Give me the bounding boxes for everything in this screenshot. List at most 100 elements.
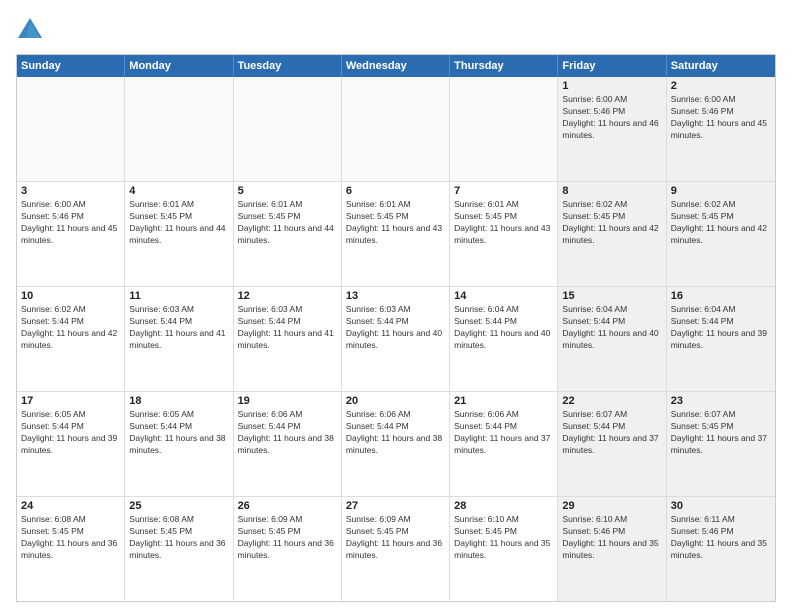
- day-info-26: Sunrise: 6:09 AM Sunset: 5:45 PM Dayligh…: [238, 514, 337, 562]
- day-info-19: Sunrise: 6:06 AM Sunset: 5:44 PM Dayligh…: [238, 409, 337, 457]
- day-cell-12: 12Sunrise: 6:03 AM Sunset: 5:44 PM Dayli…: [234, 287, 342, 391]
- empty-cell-0-0: [17, 77, 125, 181]
- day-number-29: 29: [562, 500, 661, 512]
- day-info-21: Sunrise: 6:06 AM Sunset: 5:44 PM Dayligh…: [454, 409, 553, 457]
- day-number-20: 20: [346, 395, 445, 407]
- day-number-25: 25: [129, 500, 228, 512]
- day-number-17: 17: [21, 395, 120, 407]
- day-number-3: 3: [21, 185, 120, 197]
- day-info-30: Sunrise: 6:11 AM Sunset: 5:46 PM Dayligh…: [671, 514, 771, 562]
- day-cell-6: 6Sunrise: 6:01 AM Sunset: 5:45 PM Daylig…: [342, 182, 450, 286]
- day-number-14: 14: [454, 290, 553, 302]
- day-info-25: Sunrise: 6:08 AM Sunset: 5:45 PM Dayligh…: [129, 514, 228, 562]
- day-cell-11: 11 Sunrise: 6:03 AM Sunset: 5:44 PM Dayli…: [125, 287, 233, 391]
- calendar-header: SundayMondayTuesdayWednesdayThursdayFrid…: [17, 55, 775, 77]
- day-cell-30: 30 Sunrise: 6:11 AM Sunset: 5:46 PM Dayli…: [667, 497, 775, 601]
- day-info-10: Sunrise: 6:02 AM Sunset: 5:44 PM Dayligh…: [21, 304, 120, 352]
- day-number-30: 30: [671, 500, 771, 512]
- day-number-28: 28: [454, 500, 553, 512]
- day-number-8: 8: [562, 185, 661, 197]
- day-info-18: Sunrise: 6:05 AM Sunset: 5:44 PM Dayligh…: [129, 409, 228, 457]
- empty-cell-0-3: [342, 77, 450, 181]
- weekday-header-sunday: Sunday: [17, 55, 125, 77]
- day-number-15: 15: [562, 290, 661, 302]
- day-info-9: Sunrise: 6:02 AM Sunset: 5:45 PM Dayligh…: [671, 199, 771, 247]
- day-cell-22: 22 Sunrise: 6:07 AM Sunset: 5:44 PM Dayli…: [558, 392, 666, 496]
- day-cell-29: 29 Sunrise: 6:10 AM Sunset: 5:46 PM Dayli…: [558, 497, 666, 601]
- day-info-2: Sunrise: 6:00 AM Sunset: 5:46 PM Dayligh…: [671, 94, 771, 142]
- day-info-8: Sunrise: 6:02 AM Sunset: 5:45 PM Dayligh…: [562, 199, 661, 247]
- day-number-22: 22: [562, 395, 661, 407]
- header: [16, 16, 776, 44]
- calendar-row-4: 24 Sunrise: 6:08 AM Sunset: 5:45 PM Dayli…: [17, 496, 775, 601]
- day-info-22: Sunrise: 6:07 AM Sunset: 5:44 PM Dayligh…: [562, 409, 661, 457]
- day-cell-23: 23Sunrise: 6:07 AM Sunset: 5:45 PM Dayli…: [667, 392, 775, 496]
- day-cell-16: 16 Sunrise: 6:04 AM Sunset: 5:44 PM Dayli…: [667, 287, 775, 391]
- calendar-body: 1 Sunrise: 6:00 AM Sunset: 5:46 PM Daylig…: [17, 77, 775, 601]
- day-number-26: 26: [238, 500, 337, 512]
- day-info-11: Sunrise: 6:03 AM Sunset: 5:44 PM Dayligh…: [129, 304, 228, 352]
- day-info-7: Sunrise: 6:01 AM Sunset: 5:45 PM Dayligh…: [454, 199, 553, 247]
- day-cell-19: 19 Sunrise: 6:06 AM Sunset: 5:44 PM Dayli…: [234, 392, 342, 496]
- day-cell-8: 8 Sunrise: 6:02 AM Sunset: 5:45 PM Daylig…: [558, 182, 666, 286]
- day-info-4: Sunrise: 6:01 AM Sunset: 5:45 PM Dayligh…: [129, 199, 228, 247]
- day-number-21: 21: [454, 395, 553, 407]
- calendar-row-1: 3 Sunrise: 6:00 AM Sunset: 5:46 PM Daylig…: [17, 181, 775, 286]
- day-number-24: 24: [21, 500, 120, 512]
- day-number-4: 4: [129, 185, 228, 197]
- day-cell-18: 18Sunrise: 6:05 AM Sunset: 5:44 PM Dayli…: [125, 392, 233, 496]
- day-info-12: Sunrise: 6:03 AM Sunset: 5:44 PM Dayligh…: [238, 304, 337, 352]
- day-cell-1: 1 Sunrise: 6:00 AM Sunset: 5:46 PM Daylig…: [558, 77, 666, 181]
- day-cell-5: 5Sunrise: 6:01 AM Sunset: 5:45 PM Daylig…: [234, 182, 342, 286]
- day-cell-21: 21 Sunrise: 6:06 AM Sunset: 5:44 PM Dayli…: [450, 392, 558, 496]
- day-cell-27: 27 Sunrise: 6:09 AM Sunset: 5:45 PM Dayli…: [342, 497, 450, 601]
- calendar-row-3: 17 Sunrise: 6:05 AM Sunset: 5:44 PM Dayli…: [17, 391, 775, 496]
- day-number-19: 19: [238, 395, 337, 407]
- day-info-16: Sunrise: 6:04 AM Sunset: 5:44 PM Dayligh…: [671, 304, 771, 352]
- weekday-header-thursday: Thursday: [450, 55, 558, 77]
- day-cell-4: 4 Sunrise: 6:01 AM Sunset: 5:45 PM Daylig…: [125, 182, 233, 286]
- day-cell-15: 15 Sunrise: 6:04 AM Sunset: 5:44 PM Dayli…: [558, 287, 666, 391]
- empty-cell-0-4: [450, 77, 558, 181]
- day-number-5: 5: [238, 185, 337, 197]
- day-info-14: Sunrise: 6:04 AM Sunset: 5:44 PM Dayligh…: [454, 304, 553, 352]
- day-number-23: 23: [671, 395, 771, 407]
- day-cell-3: 3 Sunrise: 6:00 AM Sunset: 5:46 PM Daylig…: [17, 182, 125, 286]
- day-cell-25: 25 Sunrise: 6:08 AM Sunset: 5:45 PM Dayli…: [125, 497, 233, 601]
- day-info-29: Sunrise: 6:10 AM Sunset: 5:46 PM Dayligh…: [562, 514, 661, 562]
- day-cell-7: 7 Sunrise: 6:01 AM Sunset: 5:45 PM Daylig…: [450, 182, 558, 286]
- day-info-1: Sunrise: 6:00 AM Sunset: 5:46 PM Dayligh…: [562, 94, 661, 142]
- day-number-2: 2: [671, 80, 771, 92]
- day-cell-13: 13 Sunrise: 6:03 AM Sunset: 5:44 PM Dayli…: [342, 287, 450, 391]
- day-info-28: Sunrise: 6:10 AM Sunset: 5:45 PM Dayligh…: [454, 514, 553, 562]
- calendar-row-0: 1 Sunrise: 6:00 AM Sunset: 5:46 PM Daylig…: [17, 77, 775, 181]
- day-info-17: Sunrise: 6:05 AM Sunset: 5:44 PM Dayligh…: [21, 409, 120, 457]
- logo-icon: [16, 16, 44, 44]
- page: SundayMondayTuesdayWednesdayThursdayFrid…: [0, 0, 792, 612]
- day-number-7: 7: [454, 185, 553, 197]
- day-number-11: 11: [129, 290, 228, 302]
- day-info-15: Sunrise: 6:04 AM Sunset: 5:44 PM Dayligh…: [562, 304, 661, 352]
- day-number-16: 16: [671, 290, 771, 302]
- day-info-20: Sunrise: 6:06 AM Sunset: 5:44 PM Dayligh…: [346, 409, 445, 457]
- calendar-row-2: 10 Sunrise: 6:02 AM Sunset: 5:44 PM Dayli…: [17, 286, 775, 391]
- day-info-3: Sunrise: 6:00 AM Sunset: 5:46 PM Dayligh…: [21, 199, 120, 247]
- day-cell-2: 2 Sunrise: 6:00 AM Sunset: 5:46 PM Daylig…: [667, 77, 775, 181]
- day-cell-9: 9 Sunrise: 6:02 AM Sunset: 5:45 PM Daylig…: [667, 182, 775, 286]
- weekday-header-tuesday: Tuesday: [234, 55, 342, 77]
- day-info-6: Sunrise: 6:01 AM Sunset: 5:45 PM Dayligh…: [346, 199, 445, 247]
- weekday-header-wednesday: Wednesday: [342, 55, 450, 77]
- day-cell-20: 20 Sunrise: 6:06 AM Sunset: 5:44 PM Dayli…: [342, 392, 450, 496]
- day-cell-14: 14 Sunrise: 6:04 AM Sunset: 5:44 PM Dayli…: [450, 287, 558, 391]
- day-number-27: 27: [346, 500, 445, 512]
- day-info-24: Sunrise: 6:08 AM Sunset: 5:45 PM Dayligh…: [21, 514, 120, 562]
- empty-cell-0-2: [234, 77, 342, 181]
- day-info-13: Sunrise: 6:03 AM Sunset: 5:44 PM Dayligh…: [346, 304, 445, 352]
- day-info-27: Sunrise: 6:09 AM Sunset: 5:45 PM Dayligh…: [346, 514, 445, 562]
- day-cell-26: 26 Sunrise: 6:09 AM Sunset: 5:45 PM Dayli…: [234, 497, 342, 601]
- weekday-header-monday: Monday: [125, 55, 233, 77]
- day-number-13: 13: [346, 290, 445, 302]
- day-number-9: 9: [671, 185, 771, 197]
- day-number-10: 10: [21, 290, 120, 302]
- day-number-1: 1: [562, 80, 661, 92]
